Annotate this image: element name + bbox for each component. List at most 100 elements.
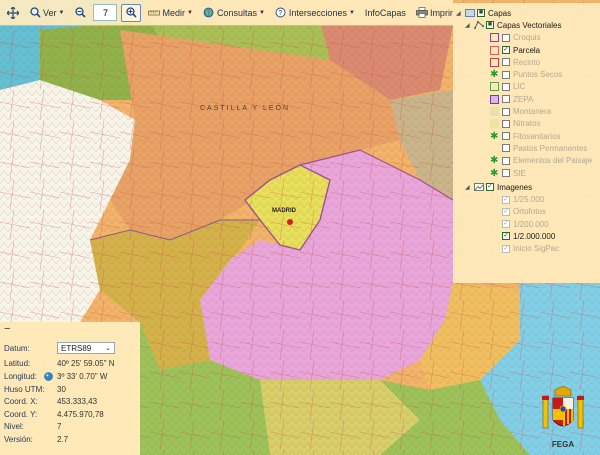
layer-label-fitosanitarios: Fitosanitarios [513, 131, 561, 141]
nivel-label: Nivel: [4, 422, 25, 432]
collapse-triangle-icon[interactable]: ◢ [465, 22, 473, 29]
layer-label-elementos-paisaje: Elementos del Paisaje [513, 156, 593, 166]
zoom-out-icon [74, 7, 86, 19]
datum-row: Datum: ETRS89 ⌄ [4, 342, 136, 355]
images-group-checkbox[interactable]: ✓ [486, 183, 494, 192]
layer-label-parcela: Parcela [513, 45, 541, 55]
zoom-in-button[interactable] [121, 3, 142, 22]
zoom-out-button[interactable] [71, 5, 89, 21]
elementos-paisaje-symbol-icon: ✱ [490, 155, 499, 167]
layer-checkbox-recinto[interactable] [502, 58, 510, 67]
layer-label-croquis: Croquis [513, 33, 541, 43]
image-checkbox-2000000[interactable]: ✓ [502, 232, 510, 241]
intersecciones-menu-button[interactable]: ? Intersecciones ▼ [272, 5, 358, 21]
layer-label-lic: LIC [513, 82, 526, 92]
layer-checkbox-zepa[interactable] [502, 95, 510, 104]
globe-icon [203, 7, 215, 19]
vector-group-checkbox[interactable]: ■ [486, 21, 494, 30]
layer-checkbox-puntos-secos[interactable] [502, 70, 510, 79]
layer-checkbox-pastos-permanentes[interactable] [502, 144, 510, 153]
vector-group-row: ◢ ■ Capas Vectoriales [456, 19, 597, 31]
layer-label-puntos-secos: Puntos Secos [513, 70, 563, 80]
image-row-25000: ✓ 1/25.000 [456, 193, 597, 205]
image-checkbox-ortofotos[interactable]: ✓ [502, 207, 510, 216]
image-label-inicio-sigpac: Inicio SigPac [513, 244, 560, 254]
medir-menu-button[interactable]: Medir ▼ [145, 5, 195, 21]
layer-row-pastos-permanentes: Pastos Permanentes [456, 142, 597, 154]
longitud-label: Longitud: [4, 371, 37, 381]
chevron-down-icon: ⌄ [105, 345, 111, 353]
sie-symbol-icon: ✱ [490, 167, 499, 179]
datum-select[interactable]: ETRS89 ⌄ [57, 342, 115, 355]
madrid-marker [287, 219, 293, 225]
collapse-triangle-icon[interactable]: ◢ [456, 10, 464, 17]
coordx-label: Coord. X: [4, 397, 38, 407]
zoom-in-icon [125, 7, 137, 19]
layer-checkbox-parcela[interactable]: ✓ [502, 46, 510, 55]
pan-tool-button[interactable] [4, 5, 22, 21]
layers-root-row: ◢ ■ Capas [456, 7, 597, 19]
image-row-ortofotos: ✓ Ortofotos [456, 206, 597, 218]
map-toolbar: Ver ▼ Medir ▼ Consultas ▼ ? Interseccion… [0, 0, 462, 26]
layer-checkbox-croquis[interactable] [502, 33, 510, 42]
map-label-capital: MADRID [272, 208, 297, 214]
huso-row: Huso UTM: 30 [4, 383, 136, 396]
montanera-symbol-icon [490, 107, 499, 117]
coordy-value: 4.475.970,78 [57, 409, 104, 419]
image-row-200000: ✓ 1/200.000 [456, 218, 597, 230]
pastos-symbol-icon [490, 144, 499, 153]
image-checkbox-inicio-sigpac[interactable]: ✓ [502, 244, 510, 253]
image-label-25000: 1/25.000 [513, 195, 545, 205]
layer-checkbox-nitratos[interactable] [502, 119, 510, 128]
spain-coat-of-arms-icon [542, 385, 584, 429]
layer-checkbox-fitosanitarios[interactable] [502, 132, 510, 141]
magnifier-icon [29, 7, 41, 19]
collapse-triangle-icon[interactable]: ◢ [465, 184, 473, 191]
nivel-value: 7 [57, 422, 62, 432]
layer-checkbox-elementos-paisaje[interactable] [502, 156, 510, 165]
infocapas-button[interactable]: InfoCapas [362, 6, 409, 20]
coordinates-panel: − Datum: ETRS89 ⌄ Latitud: 40º 25' 59.05… [0, 322, 140, 455]
layer-checkbox-montanera[interactable] [502, 107, 510, 116]
croquis-symbol-icon [490, 33, 499, 43]
caret-down-icon: ▼ [58, 9, 65, 16]
lic-symbol-icon [490, 82, 499, 92]
layer-row-fitosanitarios: ✱ Fitosanitarios [456, 130, 597, 142]
image-label-200000: 1/200.000 [513, 219, 549, 229]
datum-label: Datum: [4, 343, 30, 353]
ver-menu-button[interactable]: Ver ▼ [26, 5, 67, 21]
longitud-value: 3º 33' 0.70" W [57, 371, 108, 381]
latitud-row: Latitud: 40º 25' 59.05" N [4, 358, 136, 371]
puntos-secos-symbol-icon: ✱ [490, 69, 499, 81]
zepa-symbol-icon [490, 94, 499, 104]
fega-logo-text: FEGA [551, 440, 575, 449]
image-layers-icon [474, 183, 484, 192]
image-label-2000000: 1/2.000.000 [513, 231, 556, 241]
zoom-level-input[interactable] [93, 4, 118, 21]
fitosanitarios-symbol-icon: ✱ [490, 130, 499, 142]
layer-checkbox-sie[interactable] [502, 169, 510, 177]
version-row: Versión: 2.7 [4, 433, 136, 446]
consultas-label: Consultas [216, 7, 257, 18]
images-group-label: Imagenes [497, 182, 533, 192]
layer-checkbox-lic[interactable] [502, 82, 510, 91]
layer-row-sie: ✱ SIE [456, 167, 597, 179]
layers-root-checkbox[interactable]: ■ [477, 9, 485, 18]
collapse-panel-button[interactable]: − [4, 324, 136, 338]
coordx-value: 453.333,43 [57, 397, 98, 407]
globe-icon [39, 372, 57, 381]
image-checkbox-200000[interactable]: ✓ [502, 220, 510, 229]
layer-row-montanera: Montanera [456, 105, 597, 117]
latitud-label: Latitud: [4, 359, 31, 369]
image-checkbox-25000[interactable]: ✓ [502, 195, 510, 204]
layer-label-pastos-permanentes: Pastos Permanentes [513, 143, 588, 153]
layer-label-nitratos: Nitratos [513, 119, 541, 129]
huso-value: 30 [57, 384, 66, 394]
layer-label-zepa: ZEPA [513, 94, 534, 104]
nivel-row: Nivel: 7 [4, 421, 136, 434]
consultas-menu-button[interactable]: Consultas ▼ [200, 5, 268, 21]
version-label: Versión: [4, 434, 33, 444]
longitud-row: Longitud: 3º 33' 0.70" W [4, 370, 136, 383]
image-row-inicio-sigpac: ✓ Inicio SigPac [456, 243, 597, 255]
printer-icon [416, 7, 428, 19]
